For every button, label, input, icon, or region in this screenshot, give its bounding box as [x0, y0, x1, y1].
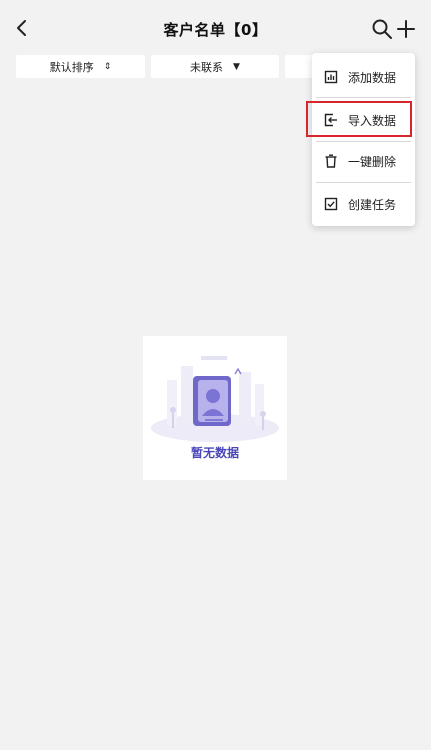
menu-item-label: 导入数据 [348, 113, 397, 128]
page-title: 客户名单【0】 [163, 21, 268, 39]
top-bar: 客户名单【0】 [0, 0, 431, 58]
plus-icon [397, 20, 415, 38]
add-data-icon [323, 69, 339, 85]
add-menu-popup: 添加数据 导入数据 一键删除 创建任务 [312, 53, 415, 226]
menu-item-import-data[interactable]: 导入数据 [312, 100, 415, 140]
trash-icon [323, 153, 339, 169]
menu-item-label: 创建任务 [348, 197, 397, 212]
menu-item-add-data[interactable]: 添加数据 [312, 57, 415, 97]
empty-state: 暂无数据 [143, 336, 287, 480]
sort-updown-icon: ⇕ [103, 61, 112, 72]
extra-filter[interactable] [285, 55, 315, 78]
task-check-icon [323, 196, 339, 212]
sort-filter[interactable]: 默认排序 ⇕ [16, 55, 145, 78]
add-button[interactable] [393, 16, 419, 42]
import-data-icon [323, 112, 339, 128]
menu-item-create-task[interactable]: 创建任务 [312, 184, 415, 224]
empty-state-text: 暂无数据 [190, 446, 239, 460]
status-filter-label: 未联系 [190, 60, 224, 74]
menu-divider [316, 182, 411, 183]
status-filter[interactable]: 未联系 ▼ [151, 55, 279, 78]
menu-item-delete-all[interactable]: 一键删除 [312, 141, 415, 181]
search-icon [372, 19, 392, 39]
empty-box-illustration [151, 356, 279, 442]
menu-item-label: 添加数据 [348, 70, 397, 85]
filter-bar: 默认排序 ⇕ 未联系 ▼ [16, 55, 315, 78]
dropdown-triangle-icon: ▼ [233, 61, 240, 72]
menu-item-label: 一键删除 [348, 154, 397, 169]
menu-divider [316, 97, 411, 98]
search-button[interactable] [369, 16, 395, 42]
sort-filter-label: 默认排序 [49, 60, 94, 74]
